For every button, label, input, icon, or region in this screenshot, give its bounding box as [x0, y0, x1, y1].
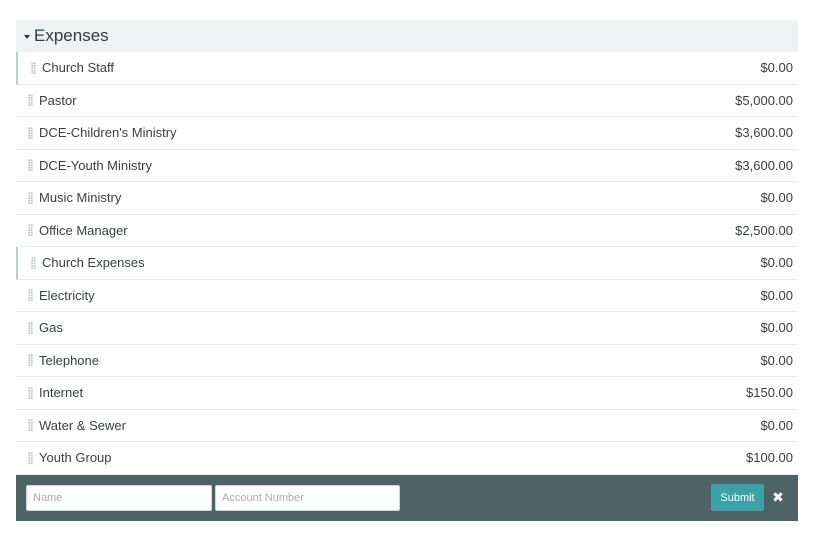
account-amount: $100.00	[746, 450, 793, 466]
account-row[interactable]: Water & Sewer $0.00	[16, 409, 798, 442]
drag-handle-icon[interactable]	[28, 451, 33, 464]
account-name: Telephone	[39, 352, 99, 368]
drag-handle-icon[interactable]	[28, 126, 33, 139]
expenses-panel: Expenses Church Staff $0.00 Pastor $5,000.0…	[16, 20, 798, 521]
drag-handle-icon[interactable]	[28, 159, 33, 172]
account-group-row[interactable]: Church Expenses $0.00	[16, 247, 798, 280]
close-icon[interactable]: ✖	[772, 490, 784, 504]
add-account-form: Submit ✖	[16, 474, 798, 521]
account-amount: $0.00	[760, 190, 793, 206]
account-amount: $5,000.00	[735, 92, 793, 108]
drag-handle-icon[interactable]	[28, 289, 33, 302]
drag-handle-icon[interactable]	[28, 191, 33, 204]
account-name: Music Ministry	[39, 190, 122, 206]
section-title: Expenses	[34, 26, 109, 45]
account-list: Church Staff $0.00 Pastor $5,000.00 DCE-Chil…	[16, 52, 798, 475]
account-name: Pastor	[39, 92, 77, 108]
account-amount: $3,600.00	[735, 157, 793, 173]
account-row[interactable]: DCE-Youth Ministry $3,600.00	[16, 149, 798, 182]
account-name: Office Manager	[39, 222, 128, 238]
account-name: DCE-Youth Ministry	[39, 157, 152, 173]
account-row[interactable]: Music Ministry $0.00	[16, 182, 798, 215]
account-amount: $0.00	[760, 352, 793, 368]
account-amount: $0.00	[760, 287, 793, 303]
account-amount: $0.00	[760, 417, 793, 433]
drag-handle-icon[interactable]	[31, 256, 36, 269]
account-row[interactable]: Youth Group $100.00	[16, 442, 798, 475]
account-amount: $0.00	[760, 255, 793, 271]
account-amount: $0.00	[760, 320, 793, 336]
account-row[interactable]: DCE-Children's Ministry $3,600.00	[16, 117, 798, 150]
account-name: DCE-Children's Ministry	[39, 125, 177, 141]
drag-handle-icon[interactable]	[28, 386, 33, 399]
account-name: Electricity	[39, 287, 95, 303]
drag-handle-icon[interactable]	[28, 321, 33, 334]
account-row[interactable]: Gas $0.00	[16, 312, 798, 345]
account-row[interactable]: Internet $150.00	[16, 377, 798, 410]
account-name: Youth Group	[39, 450, 112, 466]
account-amount: $150.00	[746, 385, 793, 401]
account-name: Church Expenses	[42, 255, 145, 271]
drag-handle-icon[interactable]	[28, 419, 33, 432]
drag-handle-icon[interactable]	[28, 94, 33, 107]
drag-handle-icon[interactable]	[28, 354, 33, 367]
account-name: Gas	[39, 320, 63, 336]
expenses-section-header[interactable]: Expenses	[16, 20, 798, 52]
submit-button[interactable]: Submit	[711, 484, 764, 511]
name-input[interactable]	[26, 484, 212, 511]
account-amount: $3,600.00	[735, 125, 793, 141]
account-row[interactable]: Electricity $0.00	[16, 279, 798, 312]
drag-handle-icon[interactable]	[31, 61, 36, 74]
account-name: Internet	[39, 385, 84, 401]
drag-handle-icon[interactable]	[28, 224, 33, 237]
account-row[interactable]: Pastor $5,000.00	[16, 84, 798, 117]
account-name: Water & Sewer	[39, 417, 126, 433]
caret-down-icon[interactable]	[24, 35, 30, 39]
account-name: Church Staff	[42, 60, 115, 76]
account-amount: $0.00	[760, 60, 793, 76]
account-row[interactable]: Telephone $0.00	[16, 344, 798, 377]
account-number-input[interactable]	[215, 484, 400, 511]
account-row[interactable]: Office Manager $2,500.00	[16, 214, 798, 247]
account-group-row[interactable]: Church Staff $0.00	[16, 52, 798, 85]
account-amount: $2,500.00	[735, 222, 793, 238]
